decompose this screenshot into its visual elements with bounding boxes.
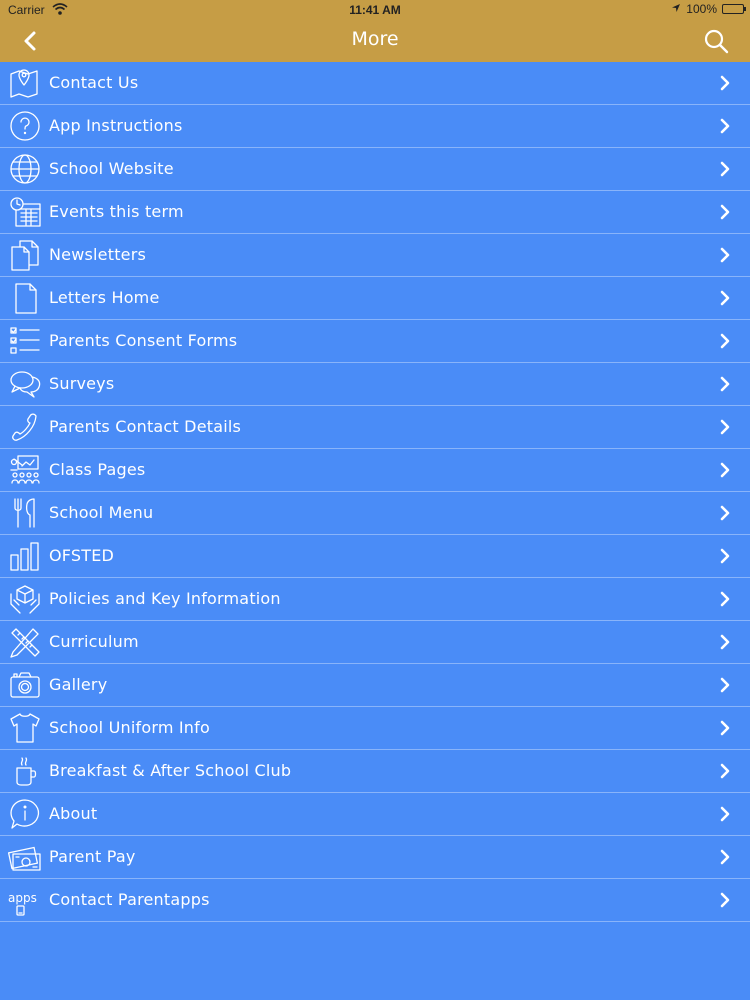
chevron-right-icon: [718, 634, 732, 650]
menu-item-contact-parentapps[interactable]: apps Contact Parentapps: [0, 879, 750, 922]
chevron-right-icon: [718, 806, 732, 822]
chevron-right-icon: [718, 75, 732, 91]
apps-icon: apps: [8, 883, 42, 917]
menu-item-app-instructions[interactable]: App Instructions: [0, 105, 750, 148]
menu-item-newsletters[interactable]: Newsletters: [0, 234, 750, 277]
page-title: More: [351, 28, 399, 50]
info-bubble-icon: [8, 797, 42, 831]
chevron-right-icon: [718, 376, 732, 392]
location-arrow-icon: [671, 2, 681, 16]
menu-item-label: Class Pages: [49, 460, 146, 479]
menu-item-label: Parents Contact Details: [49, 417, 242, 436]
menu-item-policies-and-key-information[interactable]: Policies and Key Information: [0, 578, 750, 621]
chevron-right-icon: [718, 591, 732, 607]
menu-item-label: Contact Us: [49, 73, 139, 92]
menu-item-label: About: [49, 804, 98, 823]
menu-item-class-pages[interactable]: Class Pages: [0, 449, 750, 492]
menu-item-curriculum[interactable]: Curriculum: [0, 621, 750, 664]
menu-item-events-this-term[interactable]: Events this term: [0, 191, 750, 234]
menu-item-label: OFSTED: [49, 546, 115, 565]
menu-item-parents-consent-forms[interactable]: Parents Consent Forms: [0, 320, 750, 363]
chevron-right-icon: [718, 333, 732, 349]
menu-item-label: Curriculum: [49, 632, 139, 651]
status-right: 100%: [671, 2, 746, 16]
tshirt-icon: [8, 711, 42, 745]
menu-item-school-uniform-info[interactable]: School Uniform Info: [0, 707, 750, 750]
clock: 11:41 AM: [349, 3, 401, 17]
coffee-cup-icon: [8, 754, 42, 788]
menu-item-label: Surveys: [49, 374, 115, 393]
map-pin-icon: [8, 66, 42, 100]
menu-item-label: School Website: [49, 159, 174, 178]
menu-list: Contact Us App Instructions School Website…: [0, 62, 750, 922]
menu-item-surveys[interactable]: Surveys: [0, 363, 750, 406]
phone-icon: [8, 410, 42, 444]
chevron-right-icon: [718, 247, 732, 263]
menu-item-breakfast-after-school-club[interactable]: Breakfast & After School Club: [0, 750, 750, 793]
documents-icon: [8, 238, 42, 272]
chevron-right-icon: [718, 290, 732, 306]
menu-item-ofsted[interactable]: OFSTED: [0, 535, 750, 578]
menu-item-school-website[interactable]: School Website: [0, 148, 750, 191]
battery-icon: [722, 4, 746, 14]
menu-item-label: Events this term: [49, 202, 184, 221]
cutlery-icon: [8, 496, 42, 530]
chevron-right-icon: [718, 419, 732, 435]
document-icon: [8, 281, 42, 315]
menu-item-gallery[interactable]: Gallery: [0, 664, 750, 707]
menu-item-label: Parents Consent Forms: [49, 331, 238, 350]
svg-text:apps: apps: [8, 891, 37, 905]
menu-item-label: Parent Pay: [49, 847, 136, 866]
calendar-clock-icon: [8, 195, 42, 229]
chevron-right-icon: [718, 763, 732, 779]
bar-chart-icon: [8, 539, 42, 573]
status-bar: Carrier 11:41 AM 100%: [0, 0, 750, 20]
checklist-icon: [8, 324, 42, 358]
money-icon: [7, 840, 42, 874]
camera-icon: [8, 668, 42, 702]
chevron-right-icon: [718, 720, 732, 736]
chat-bubbles-icon: [8, 367, 42, 401]
chevron-right-icon: [718, 118, 732, 134]
menu-item-parents-contact-details[interactable]: Parents Contact Details: [0, 406, 750, 449]
chevron-right-icon: [718, 849, 732, 865]
search-button[interactable]: [702, 27, 730, 55]
search-icon: [704, 29, 729, 54]
menu-item-about[interactable]: About: [0, 793, 750, 836]
chevron-right-icon: [718, 161, 732, 177]
classroom-icon: [8, 453, 42, 487]
chevron-right-icon: [718, 892, 732, 908]
menu-item-letters-home[interactable]: Letters Home: [0, 277, 750, 320]
menu-item-label: Gallery: [49, 675, 108, 694]
hands-cube-icon: [8, 582, 42, 616]
menu-item-label: Policies and Key Information: [49, 589, 281, 608]
chevron-right-icon: [718, 548, 732, 564]
question-icon: [8, 109, 42, 143]
battery-percent: 100%: [686, 2, 717, 16]
chevron-right-icon: [718, 204, 732, 220]
menu-item-school-menu[interactable]: School Menu: [0, 492, 750, 535]
menu-item-contact-us[interactable]: Contact Us: [0, 62, 750, 105]
menu-item-label: Letters Home: [49, 288, 160, 307]
nav-bar: More: [0, 20, 750, 62]
menu-item-label: App Instructions: [49, 116, 183, 135]
menu-item-label: School Menu: [49, 503, 154, 522]
menu-item-label: Contact Parentapps: [49, 890, 210, 909]
chevron-right-icon: [718, 677, 732, 693]
menu-item-label: Breakfast & After School Club: [49, 761, 292, 780]
chevron-right-icon: [718, 462, 732, 478]
menu-item-parent-pay[interactable]: Parent Pay: [0, 836, 750, 879]
pencil-ruler-icon: [8, 625, 42, 659]
menu-item-label: Newsletters: [49, 245, 147, 264]
globe-icon: [8, 152, 42, 186]
chevron-right-icon: [718, 505, 732, 521]
menu-item-label: School Uniform Info: [49, 718, 210, 737]
